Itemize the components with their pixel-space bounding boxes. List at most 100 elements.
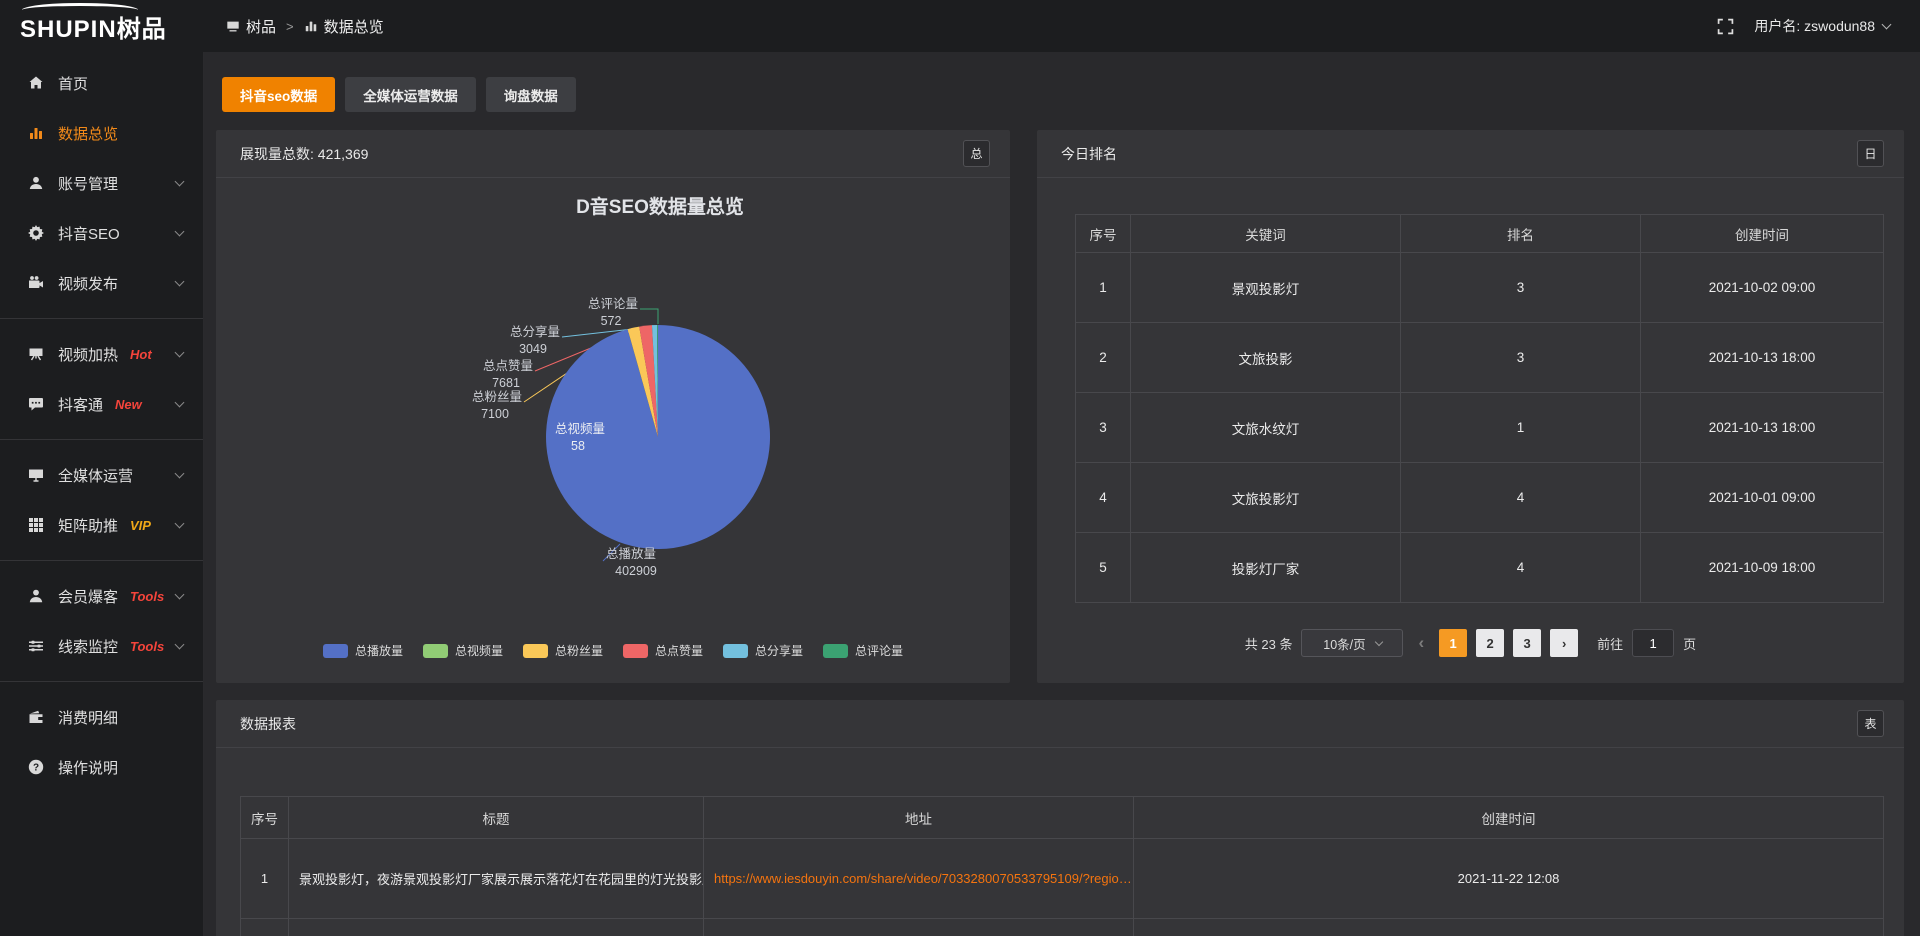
- table-row: 3文旅水纹灯12021-10-13 18:00: [1076, 393, 1884, 463]
- report-table: 序号标题地址创建时间1景观投影灯，夜游景观投影灯厂家展示展示落花灯在花园里的灯光…: [240, 796, 1884, 936]
- sidebar-item-omni-media-operation[interactable]: 全媒体运营: [0, 450, 203, 500]
- table-cell: 3: [1401, 253, 1641, 323]
- legend-item-5[interactable]: 总分享量: [723, 642, 803, 659]
- sidebar-item-consumption-details[interactable]: 消费明细: [0, 692, 203, 742]
- sidebar-divider: [0, 681, 203, 682]
- legend-swatch: [723, 644, 748, 658]
- page-jump-input[interactable]: [1632, 629, 1674, 657]
- legend-item-4[interactable]: 总点赞量: [623, 642, 703, 659]
- pie-label-line: [640, 309, 658, 324]
- page-button-1[interactable]: 1: [1439, 629, 1467, 657]
- page-button-3[interactable]: 3: [1513, 629, 1541, 657]
- svg-text:总粉丝量: 总粉丝量: [472, 389, 522, 404]
- pie-label: 总分享量3049: [510, 324, 560, 356]
- sidebar-item-label: 账号管理: [58, 173, 118, 194]
- breadcrumb-item-1[interactable]: 树品: [226, 16, 276, 37]
- sidebar-item-home[interactable]: 首页: [0, 58, 203, 108]
- chevron-down-icon: [175, 277, 185, 287]
- table-header-row: 序号标题地址创建时间: [241, 797, 1884, 839]
- table-cell: 4: [1401, 463, 1641, 533]
- report-panel-title: 数据报表: [240, 714, 296, 734]
- sliders-icon: [27, 637, 45, 655]
- sidebar-item-label: 首页: [58, 73, 88, 94]
- seo-overview-panel: 展现量总数: 421,369 总 D音SEO数据量总览 总播放量402909总视…: [216, 130, 1010, 683]
- prev-page-button[interactable]: ‹: [1412, 633, 1430, 653]
- link-cell[interactable]: https://www.iesdouyin.com/share/video/70…: [704, 839, 1134, 919]
- username-label: 用户名: zswodun88: [1754, 16, 1875, 36]
- table-cell: 文旅投影灯: [1131, 463, 1401, 533]
- chevron-down-icon: [175, 398, 185, 408]
- sidebar-item-clue-monitoring[interactable]: 线索监控Tools: [0, 621, 203, 671]
- table-row: 5投影灯厂家42021-10-09 18:00: [1076, 533, 1884, 603]
- legend-label: 总点赞量: [655, 642, 703, 659]
- grid-icon: [27, 516, 45, 534]
- sidebar-item-badge: VIP: [130, 518, 151, 533]
- legend-item-3[interactable]: 总粉丝量: [523, 642, 603, 659]
- chevron-down-icon: [1882, 19, 1892, 29]
- sidebar-item-label: 抖音SEO: [58, 223, 120, 244]
- day-view-button[interactable]: 日: [1857, 140, 1884, 167]
- ranking-table: 序号关键词排名创建时间1景观投影灯32021-10-02 09:002文旅投影3…: [1075, 214, 1884, 603]
- sidebar-item-operation-guide[interactable]: ?操作说明: [0, 742, 203, 792]
- table-cell: 2021-10-13 18:00: [1641, 393, 1884, 463]
- column-header: 关键词: [1131, 215, 1401, 253]
- top-header: SHUPIN树品 树品>数据总览 用户名: zswodun88: [0, 0, 1920, 52]
- pagination: 共 23 条10条/页‹123›前往页: [1037, 629, 1904, 657]
- chart-bar-icon: [27, 124, 45, 142]
- legend-item-2[interactable]: 总视频量: [423, 642, 503, 659]
- table-row: 1景观投影灯，夜游景观投影灯厂家展示展示落花灯在花园里的灯光投影应用效果 #ht…: [241, 839, 1884, 919]
- table-cell: [241, 919, 289, 936]
- member-icon: [27, 587, 45, 605]
- sidebar-item-douketong[interactable]: 抖客通New: [0, 379, 203, 429]
- sidebar-item-member-baoke[interactable]: 会员爆客Tools: [0, 571, 203, 621]
- chevron-down-icon: [175, 469, 185, 479]
- column-header: 地址: [704, 797, 1134, 839]
- sidebar-item-douyin-seo[interactable]: 抖音SEO: [0, 208, 203, 258]
- tab-douyin-seo-data[interactable]: 抖音seo数据: [222, 77, 335, 112]
- table-cell: 1: [241, 839, 289, 919]
- page-size-select[interactable]: 10条/页: [1301, 629, 1403, 657]
- sidebar-divider: [0, 560, 203, 561]
- sidebar-item-account-management[interactable]: 账号管理: [0, 158, 203, 208]
- table-cell: 投影灯厂家: [1131, 533, 1401, 603]
- legend-item-6[interactable]: 总评论量: [823, 642, 903, 659]
- legend-item-1[interactable]: 总播放量: [323, 642, 403, 659]
- tab-omni-media-data[interactable]: 全媒体运营数据: [345, 77, 476, 112]
- pie-slice-1[interactable]: [546, 325, 770, 549]
- table-cell: 2021-11-22 12:08: [1134, 839, 1884, 919]
- tab-inquiry-data[interactable]: 询盘数据: [486, 77, 576, 112]
- gear-icon: [27, 224, 45, 242]
- video-camera-icon: [27, 274, 45, 292]
- sidebar-item-video-publish[interactable]: 视频发布: [0, 258, 203, 308]
- today-ranking-panel: 今日排名 日 序号关键词排名创建时间1景观投影灯32021-10-02 09:0…: [1037, 130, 1904, 683]
- table-row-partial: [241, 919, 1884, 936]
- sidebar-item-badge: New: [115, 397, 142, 412]
- table-cell: [1134, 919, 1884, 936]
- table-cell: 3: [1076, 393, 1131, 463]
- table-cell: 4: [1401, 533, 1641, 603]
- breadcrumb-item-2[interactable]: 数据总览: [304, 16, 384, 37]
- next-page-button[interactable]: ›: [1550, 629, 1578, 657]
- user-menu[interactable]: 用户名: zswodun88: [1754, 16, 1890, 36]
- sidebar-item-badge: Tools: [130, 639, 164, 654]
- sidebar-divider: [0, 439, 203, 440]
- page-button-2[interactable]: 2: [1476, 629, 1504, 657]
- fullscreen-icon[interactable]: [1717, 18, 1734, 35]
- sidebar-item-video-heating[interactable]: 视频加热Hot: [0, 329, 203, 379]
- svg-text:?: ?: [33, 763, 39, 774]
- column-header: 序号: [1076, 215, 1131, 253]
- sidebar-item-data-overview[interactable]: 数据总览: [0, 108, 203, 158]
- svg-text:58: 58: [571, 439, 585, 453]
- legend-swatch: [623, 644, 648, 658]
- video-link[interactable]: https://www.iesdouyin.com/share/video/70…: [714, 871, 1132, 886]
- table-cell: 5: [1076, 533, 1131, 603]
- app-logo[interactable]: SHUPIN树品: [0, 0, 204, 52]
- impressions-total-label: 展现量总数: 421,369: [240, 144, 368, 164]
- total-view-button[interactable]: 总: [963, 140, 990, 167]
- sidebar-item-matrix-boost[interactable]: 矩阵助推VIP: [0, 500, 203, 550]
- svg-text:总评论量: 总评论量: [588, 297, 638, 311]
- table-cell: 2021-10-02 09:00: [1641, 253, 1884, 323]
- table-view-button[interactable]: 表: [1857, 710, 1884, 737]
- sidebar-item-badge: Hot: [130, 347, 152, 362]
- data-tabs: 抖音seo数据全媒体运营数据询盘数据: [222, 77, 1904, 112]
